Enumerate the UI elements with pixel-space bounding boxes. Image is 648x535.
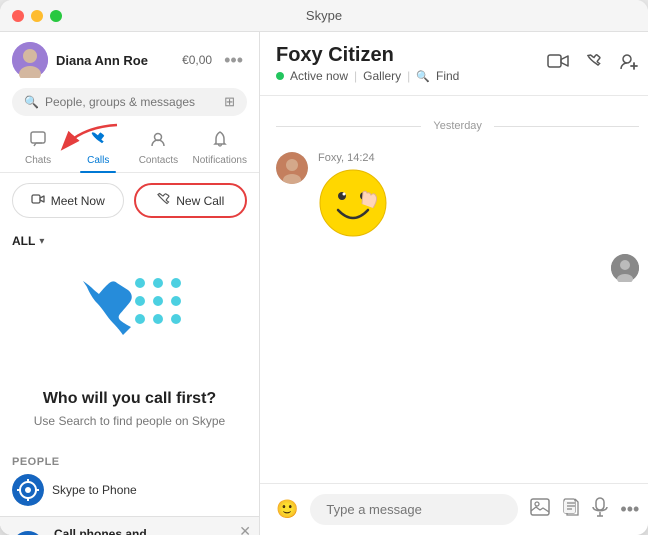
new-call-label: New Call [176,194,224,208]
chat-input-bar: 🙂 [260,483,648,535]
meet-now-button[interactable]: Meet Now [12,183,124,218]
grid-icon[interactable]: ⊞ [224,94,235,110]
all-section[interactable]: ALL ▾ [0,228,259,254]
window-controls [12,10,62,22]
tab-chats-label: Chats [25,155,51,166]
chat-header-actions [547,52,639,75]
tab-calls-label: Calls [87,155,109,166]
message-content: Foxy, 14:24 [318,152,388,250]
message-input[interactable] [310,494,518,525]
promo-title: Who will you call first? [43,390,216,408]
banner-text: Call phones and send SMS at affordable r… [54,527,171,535]
close-button[interactable] [12,10,24,22]
notifications-icon [211,130,229,153]
new-call-button[interactable]: New Call [134,183,248,218]
message-avatar [276,152,308,184]
all-label: ALL [12,234,35,248]
phone-grid-graphic [75,274,185,374]
window-title: Skype [306,8,342,23]
gallery-link[interactable]: Gallery [363,69,401,83]
add-contact-icon[interactable] [619,52,639,75]
user-credits: €0,00 [182,53,212,67]
search-bar: 🔍 ⊞ [12,88,247,116]
divider-line-left [276,126,421,127]
promo-banner: Call phones and send SMS at affordable r… [0,516,259,535]
message-time: 14:24 [347,152,375,164]
file-attachment-button[interactable] [562,498,580,521]
message-sender-time: Foxy, 14:24 [318,152,388,164]
titlebar: Skype [0,0,648,32]
banner-close-button[interactable]: ✕ [239,523,251,535]
image-attachment-button[interactable] [530,498,550,521]
calls-promo: Who will you call first? Use Search to f… [0,254,259,448]
banner-title: Call phones and send [54,527,171,535]
minimize-button[interactable] [31,10,43,22]
message-sender: Foxy, [318,152,347,164]
more-options-button[interactable]: ••• [220,46,247,75]
people-label: PEOPLE [12,456,247,468]
all-chevron-icon: ▾ [39,236,44,247]
chat-header: Foxy Citizen Active now | Gallery | 🔍 Fi… [260,32,648,96]
voice-call-icon[interactable] [585,52,603,75]
tab-chats[interactable]: Chats [8,124,68,172]
search-chat-icon: 🔍 [416,70,430,83]
meet-now-label: Meet Now [51,194,105,208]
people-item[interactable]: Skype to Phone [12,468,247,512]
left-panel: Diana Ann Roe €0,00 ••• 🔍 ⊞ [0,32,260,535]
status-indicator [276,72,284,80]
more-options-button[interactable]: ••• [620,499,639,520]
read-receipt [276,254,639,282]
chat-meta: Active now | Gallery | 🔍 Find [276,69,535,83]
date-divider-text: Yesterday [433,120,482,132]
tab-calls[interactable]: Calls [68,124,128,172]
promo-subtitle: Use Search to find people on Skype [34,414,225,428]
meta-divider: | [354,69,357,83]
people-item-name: Skype to Phone [52,483,137,497]
message-row: Foxy, 14:24 [276,152,639,250]
right-panel: Foxy Citizen Active now | Gallery | 🔍 Fi… [260,32,648,535]
main-content: Diana Ann Roe €0,00 ••• 🔍 ⊞ [0,32,648,535]
people-section: PEOPLE Skype to Phone [0,448,259,516]
user-name: Diana Ann Roe [56,53,174,68]
chat-header-info: Foxy Citizen Active now | Gallery | 🔍 Fi… [276,44,535,83]
read-avatar [611,254,639,282]
people-item-avatar [12,474,44,506]
divider-line-right [494,126,639,127]
meta-divider2: | [407,69,410,83]
nav-tabs: Chats Calls [0,124,259,173]
chats-icon [29,130,47,153]
date-divider: Yesterday [276,120,639,132]
emoji-button[interactable]: 🙂 [276,499,298,520]
search-input[interactable] [45,95,218,109]
user-header: Diana Ann Roe €0,00 ••• [0,32,259,88]
message-emoji [318,168,388,250]
action-buttons: Meet Now New Call [0,173,259,228]
app-window: Skype [0,0,648,535]
find-link[interactable]: Find [436,69,459,83]
meet-now-icon [31,192,45,209]
chat-name: Foxy Citizen [276,44,535,67]
search-icon: 🔍 [24,95,39,109]
contacts-icon [149,130,167,153]
calls-icon [89,130,107,153]
tab-notifications[interactable]: Notifications [189,124,251,172]
user-info: Diana Ann Roe €0,00 [56,53,212,68]
tab-notifications-label: Notifications [193,155,247,166]
user-avatar[interactable] [12,42,48,78]
chat-body: Yesterday Foxy, [260,96,648,483]
new-call-icon [156,192,170,209]
audio-button[interactable] [592,497,608,522]
tab-contacts[interactable]: Contacts [128,124,188,172]
maximize-button[interactable] [50,10,62,22]
video-call-icon[interactable] [547,53,569,74]
tab-contacts-label: Contacts [139,155,178,166]
active-status: Active now [290,69,348,83]
banner-icon [12,531,44,535]
